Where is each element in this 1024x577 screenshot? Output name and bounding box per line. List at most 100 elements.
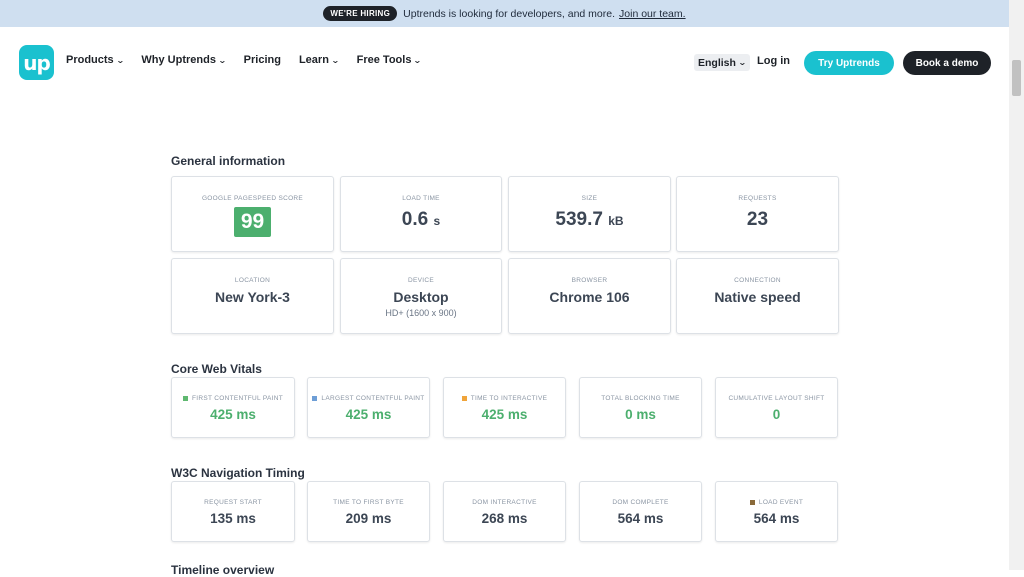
nav-item-learn[interactable]: Learn ⌄ <box>298 54 340 66</box>
total-blocking-time-card: TOTAL BLOCKING TIME 0 ms <box>579 377 702 438</box>
first-contentful-paint-card: FIRST CONTENTFUL PAINT 425 ms <box>171 377 295 438</box>
nav-item-free-tools[interactable]: Free Tools ⌄ <box>356 54 423 66</box>
hiring-banner: WE'RE HIRING Uptrends is looking for dev… <box>0 0 1009 27</box>
nav-item-label: Products <box>66 54 114 66</box>
time-to-first-byte-card: TIME TO FIRST BYTE 209 ms <box>307 481 430 542</box>
card-label: CUMULATIVE LAYOUT SHIFT <box>728 395 825 402</box>
general-information-heading: General information <box>171 154 286 168</box>
card-label: BROWSER <box>571 277 608 284</box>
chevron-down-icon: ⌄ <box>330 55 340 65</box>
card-label: LARGEST CONTENTFUL PAINT <box>312 395 424 402</box>
card-label: TIME TO INTERACTIVE <box>461 395 548 402</box>
card-label: LOCATION <box>234 277 271 284</box>
location-value: New York-3 <box>215 289 290 305</box>
card-label: DOM INTERACTIVE <box>472 499 537 506</box>
legend-marker-icon <box>461 396 467 401</box>
nav-item-label: Free Tools <box>356 54 412 66</box>
top-navigation: up Products ⌄ Why Uptrends ⌄ Pricing Lea… <box>0 27 1009 99</box>
connection-value: Native speed <box>714 289 801 305</box>
card-label: LOAD TIME <box>402 195 440 202</box>
card-label: TOTAL BLOCKING TIME <box>601 395 680 402</box>
dom-complete-card: DOM COMPLETE 564 ms <box>579 481 702 542</box>
card-label: CONNECTION <box>734 277 781 284</box>
size-card: SIZE 539.7 kB <box>508 176 671 252</box>
card-label: DEVICE <box>407 277 434 284</box>
page-scrollbar[interactable] <box>1009 0 1024 570</box>
load-time-card: LOAD TIME 0.6 s <box>340 176 502 252</box>
timing-value: 564 ms <box>617 511 664 526</box>
book-demo-button[interactable]: Book a demo <box>903 51 991 75</box>
dom-interactive-card: DOM INTERACTIVE 268 ms <box>443 481 566 542</box>
card-label: SIZE <box>581 195 598 202</box>
pagespeed-score-badge: 99 <box>234 207 271 237</box>
value-number: 0.6 <box>401 209 429 230</box>
try-uptrends-button[interactable]: Try Uptrends <box>804 51 894 75</box>
nav-item-label: Pricing <box>243 54 281 66</box>
value-unit: kB <box>608 214 624 228</box>
language-selector[interactable]: English ⌄ <box>694 54 750 71</box>
device-card: DEVICE Desktop HD+ (1600 x 900) <box>340 258 502 334</box>
legend-marker-icon <box>312 396 318 401</box>
cumulative-layout-shift-card: CUMULATIVE LAYOUT SHIFT 0 <box>715 377 838 438</box>
nav-item-label: Learn <box>298 54 329 66</box>
join-team-link[interactable]: Join our team. <box>619 8 686 20</box>
core-web-vitals-heading: Core Web Vitals <box>171 362 262 376</box>
largest-contentful-paint-card: LARGEST CONTENTFUL PAINT 425 ms <box>307 377 430 438</box>
chevron-down-icon: ⌄ <box>217 55 227 65</box>
card-label: REQUEST START <box>204 499 262 506</box>
card-label: FIRST CONTENTFUL PAINT <box>183 395 283 402</box>
banner-text: Uptrends is looking for developers, and … <box>403 7 616 20</box>
timing-value: 209 ms <box>345 511 392 526</box>
chevron-down-icon: ⌄ <box>737 58 747 67</box>
card-label: GOOGLE PAGESPEED SCORE <box>201 195 304 202</box>
card-label: DOM COMPLETE <box>612 499 669 506</box>
size-value: 539.7 kB <box>555 209 623 231</box>
legend-marker-icon <box>749 500 755 505</box>
card-label: TIME TO FIRST BYTE <box>333 499 404 506</box>
requests-card: REQUESTS 23 <box>676 176 839 252</box>
label-text: LOAD EVENT <box>758 499 804 506</box>
label-text: LARGEST CONTENTFUL PAINT <box>321 395 425 402</box>
requests-value: 23 <box>746 209 769 230</box>
value-unit: s <box>433 214 441 228</box>
pagespeed-score-card: GOOGLE PAGESPEED SCORE 99 <box>171 176 334 252</box>
nav-item-why-uptrends[interactable]: Why Uptrends ⌄ <box>141 54 227 66</box>
timing-value: 268 ms <box>481 511 528 526</box>
uptrends-logo[interactable]: up <box>19 45 54 80</box>
request-start-card: REQUEST START 135 ms <box>171 481 295 542</box>
connection-card: CONNECTION Native speed <box>676 258 839 334</box>
device-resolution: HD+ (1600 x 900) <box>385 308 457 318</box>
nav-item-label: Why Uptrends <box>141 54 216 66</box>
browser-card: BROWSER Chrome 106 <box>508 258 671 334</box>
vital-value: 425 ms <box>210 407 256 422</box>
timing-value: 564 ms <box>753 511 800 526</box>
scrollbar-thumb[interactable] <box>1012 60 1021 96</box>
vital-value: 425 ms <box>481 407 528 422</box>
vital-value: 0 <box>772 407 781 422</box>
label-text: FIRST CONTENTFUL PAINT <box>192 395 283 402</box>
chevron-down-icon: ⌄ <box>115 55 125 65</box>
chevron-down-icon: ⌄ <box>413 55 423 65</box>
timing-value: 135 ms <box>210 511 256 526</box>
time-to-interactive-card: TIME TO INTERACTIVE 425 ms <box>443 377 566 438</box>
load-time-value: 0.6 s <box>402 209 440 231</box>
browser-value: Chrome 106 <box>549 289 630 305</box>
hiring-badge: WE'RE HIRING <box>323 6 398 21</box>
nav-item-products[interactable]: Products ⌄ <box>66 54 125 66</box>
w3c-navigation-timing-heading: W3C Navigation Timing <box>171 466 305 480</box>
card-label: LOAD EVENT <box>749 499 804 506</box>
card-label: REQUESTS <box>738 195 777 202</box>
nav-item-pricing[interactable]: Pricing <box>244 54 281 66</box>
vital-value: 0 ms <box>625 407 656 422</box>
timeline-overview-heading: Timeline overview <box>171 563 275 577</box>
vital-value: 425 ms <box>345 407 392 422</box>
device-value: Desktop <box>393 289 449 305</box>
legend-marker-icon <box>183 396 188 401</box>
language-label: English <box>698 56 736 69</box>
login-link[interactable]: Log in <box>757 55 790 67</box>
location-card: LOCATION New York-3 <box>171 258 334 334</box>
main-menu: Products ⌄ Why Uptrends ⌄ Pricing Learn … <box>66 54 423 66</box>
label-text: TIME TO INTERACTIVE <box>470 395 548 402</box>
value-number: 539.7 <box>555 209 603 230</box>
load-event-card: LOAD EVENT 564 ms <box>715 481 838 542</box>
